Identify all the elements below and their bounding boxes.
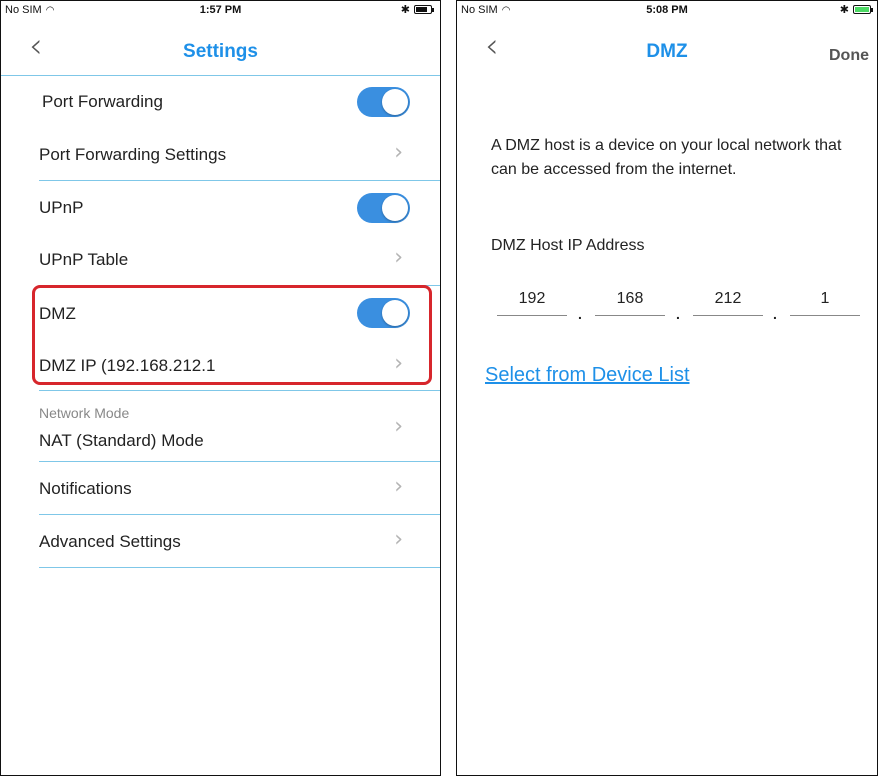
bluetooth-icon: ✱ bbox=[400, 4, 410, 16]
ip-octet-1-underline bbox=[497, 315, 567, 316]
chevron-right-icon: › bbox=[394, 140, 403, 165]
ip-octet-4-input[interactable]: 1 bbox=[790, 290, 860, 308]
upnp-label: UPnP bbox=[39, 198, 84, 217]
dmz-host-ip-label: DMZ Host IP Address bbox=[491, 237, 645, 254]
port-forwarding-settings-label: Port Forwarding Settings bbox=[39, 145, 227, 164]
chevron-right-icon: › bbox=[394, 527, 403, 552]
done-button[interactable]: Done bbox=[829, 47, 869, 65]
network-mode-row[interactable]: Network Mode NAT (Standard) Mode › bbox=[1, 391, 440, 461]
port-forwarding-row: Port Forwarding bbox=[1, 77, 440, 127]
nav-bar: ‹ DMZ Done bbox=[457, 19, 877, 77]
page-title: DMZ bbox=[646, 41, 688, 62]
clock: 5:08 PM bbox=[646, 4, 688, 16]
divider bbox=[1, 75, 440, 76]
chevron-right-icon: › bbox=[394, 245, 403, 270]
ip-separator-dot: . bbox=[578, 306, 582, 322]
network-mode-value: NAT (Standard) Mode bbox=[39, 431, 204, 450]
ip-separator-dot: . bbox=[773, 306, 777, 322]
advanced-settings-row[interactable]: Advanced Settings › bbox=[1, 515, 440, 567]
page-title: Settings bbox=[183, 41, 258, 62]
ip-separator-dot: . bbox=[676, 306, 680, 322]
status-bar: No SIM ◠ 5:08 PM ✱ bbox=[457, 1, 877, 19]
chevron-right-icon: › bbox=[394, 414, 403, 439]
upnp-toggle[interactable] bbox=[357, 193, 410, 223]
ip-octet-1-input[interactable]: 192 bbox=[497, 290, 567, 308]
upnp-row: UPnP bbox=[1, 181, 440, 233]
port-forwarding-settings-row[interactable]: Port Forwarding Settings › bbox=[1, 128, 440, 180]
clock: 1:57 PM bbox=[199, 4, 242, 16]
notifications-label: Notifications bbox=[39, 479, 132, 498]
chevron-right-icon: › bbox=[394, 474, 403, 499]
dmz-screen: No SIM ◠ 5:08 PM ✱ ‹ DMZ Done A DMZ host … bbox=[456, 0, 878, 776]
ip-octet-4-underline bbox=[790, 315, 860, 316]
upnp-table-label: UPnP Table bbox=[39, 250, 129, 269]
status-bar: No SIM ◠ 1:57 PM ✱ bbox=[1, 1, 440, 19]
notifications-row[interactable]: Notifications › bbox=[1, 462, 440, 514]
ip-octet-2-input[interactable]: 168 bbox=[595, 290, 665, 308]
ip-octet-3-input[interactable]: 212 bbox=[693, 290, 763, 308]
settings-screen: No SIM ◠ 1:57 PM ✱ ‹ Settings Port Forwar… bbox=[0, 0, 441, 776]
bluetooth-icon: ✱ bbox=[839, 4, 849, 16]
select-from-device-list-link[interactable]: Select from Device List bbox=[485, 364, 690, 387]
network-mode-caption: Network Mode bbox=[39, 405, 130, 421]
dmz-description: A DMZ host is a device on your local net… bbox=[491, 137, 842, 178]
toggle-knob bbox=[382, 195, 408, 221]
toggle-knob bbox=[382, 89, 408, 115]
upnp-table-row[interactable]: UPnP Table › bbox=[1, 233, 440, 285]
battery-icon bbox=[414, 5, 434, 14]
port-forwarding-label: Port Forwarding bbox=[42, 92, 163, 111]
divider bbox=[39, 567, 440, 568]
advanced-settings-label: Advanced Settings bbox=[39, 532, 181, 551]
ip-octet-3-underline bbox=[693, 315, 763, 316]
highlight-box bbox=[32, 285, 432, 385]
ip-octet-2-underline bbox=[595, 315, 665, 316]
nav-bar: ‹ Settings bbox=[1, 19, 440, 77]
port-forwarding-toggle[interactable] bbox=[357, 87, 410, 117]
battery-icon bbox=[853, 5, 873, 14]
